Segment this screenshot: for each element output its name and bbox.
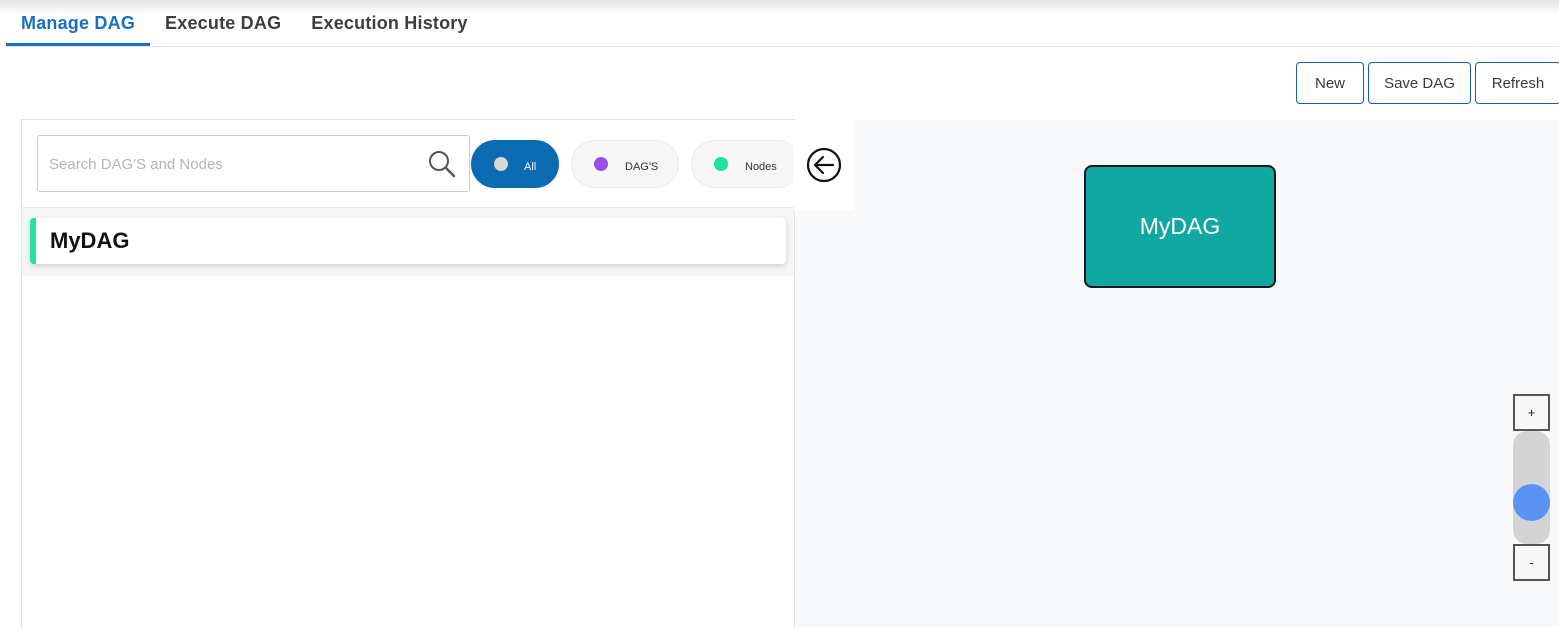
filter-nodes-label: Nodes — [745, 161, 777, 173]
filter-nodes-dot-icon — [714, 157, 728, 171]
search-box — [37, 135, 470, 192]
list-item-name: MyDAG — [50, 228, 130, 253]
zoom-in-button[interactable]: + — [1513, 394, 1550, 431]
filter-all-dot-icon — [494, 157, 508, 171]
new-button[interactable]: New — [1296, 62, 1364, 104]
dag-node-mydag[interactable]: MyDAG — [1084, 165, 1276, 288]
zoom-slider-thumb[interactable] — [1513, 484, 1550, 522]
filter-dags-button[interactable]: DAG'S — [571, 140, 679, 188]
zoom-out-button[interactable]: - — [1513, 544, 1550, 581]
dag-list-panel: All DAG'S Nodes MyDAG — [21, 119, 801, 629]
collapse-area — [794, 120, 854, 210]
zoom-slider[interactable] — [1513, 431, 1550, 544]
refresh-button[interactable]: Refresh — [1475, 62, 1559, 104]
toolbar: New Save DAG Refresh — [1296, 62, 1559, 104]
filter-dags-dot-icon — [594, 157, 608, 171]
list-item[interactable]: MyDAG — [30, 218, 786, 264]
search-filter-bar: All DAG'S Nodes — [22, 120, 801, 208]
dag-list: MyDAG — [22, 208, 794, 276]
dag-node-label: MyDAG — [1139, 213, 1221, 239]
tab-execute-dag[interactable]: Execute DAG — [150, 0, 296, 46]
filter-nodes-button[interactable]: Nodes — [691, 140, 801, 188]
filter-all-button[interactable]: All — [471, 140, 559, 188]
arrow-left-circle-icon[interactable] — [806, 147, 842, 183]
search-input[interactable] — [49, 152, 409, 176]
search-icon[interactable] — [427, 149, 457, 179]
filter-all-label: All — [524, 161, 537, 173]
filter-dags-label: DAG'S — [625, 161, 659, 173]
tab-manage-dag[interactable]: Manage DAG — [6, 0, 151, 46]
save-dag-button[interactable]: Save DAG — [1368, 62, 1471, 104]
tab-bar: Manage DAG Execute DAG Execution History — [6, 0, 1559, 47]
tab-execution-history[interactable]: Execution History — [296, 0, 482, 46]
